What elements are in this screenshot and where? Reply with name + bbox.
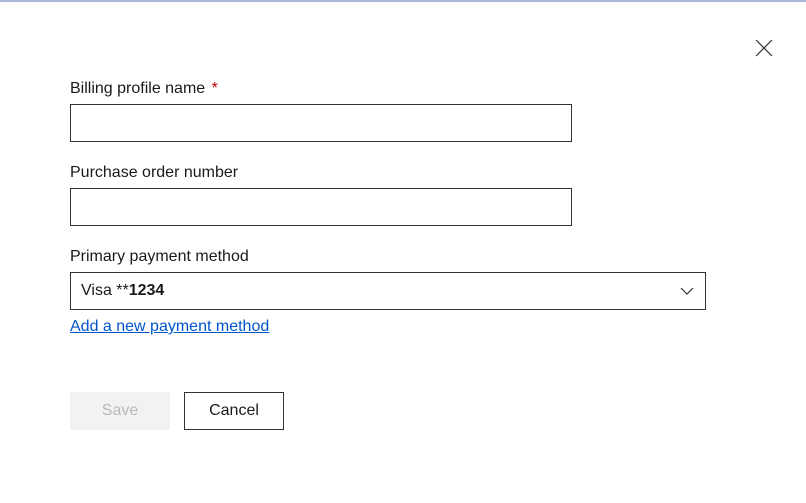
billing-profile-name-group: Billing profile name * xyxy=(70,80,736,142)
card-brand-mask: Visa ** xyxy=(81,282,129,299)
close-button[interactable] xyxy=(752,36,776,60)
save-button[interactable]: Save xyxy=(70,392,170,430)
required-indicator: * xyxy=(212,80,218,97)
form-actions: Save Cancel xyxy=(70,392,736,430)
billing-profile-form: Billing profile name * Purchase order nu… xyxy=(0,2,806,430)
add-payment-method-link[interactable]: Add a new payment method xyxy=(70,318,269,336)
primary-payment-method-label: Primary payment method xyxy=(70,248,736,266)
close-icon xyxy=(755,39,773,57)
purchase-order-number-input[interactable] xyxy=(70,188,572,226)
card-last-digits: 1234 xyxy=(129,282,165,299)
primary-payment-method-group: Primary payment method Visa **1234 Add a… xyxy=(70,248,736,336)
cancel-button[interactable]: Cancel xyxy=(184,392,284,430)
primary-payment-method-select[interactable]: Visa **1234 xyxy=(70,272,706,310)
payment-method-selected-value: Visa **1234 xyxy=(81,282,164,300)
label-text: Billing profile name xyxy=(70,80,205,97)
billing-profile-name-input[interactable] xyxy=(70,104,572,142)
billing-profile-name-label: Billing profile name * xyxy=(70,80,736,98)
purchase-order-number-group: Purchase order number xyxy=(70,164,736,226)
purchase-order-number-label: Purchase order number xyxy=(70,164,736,182)
